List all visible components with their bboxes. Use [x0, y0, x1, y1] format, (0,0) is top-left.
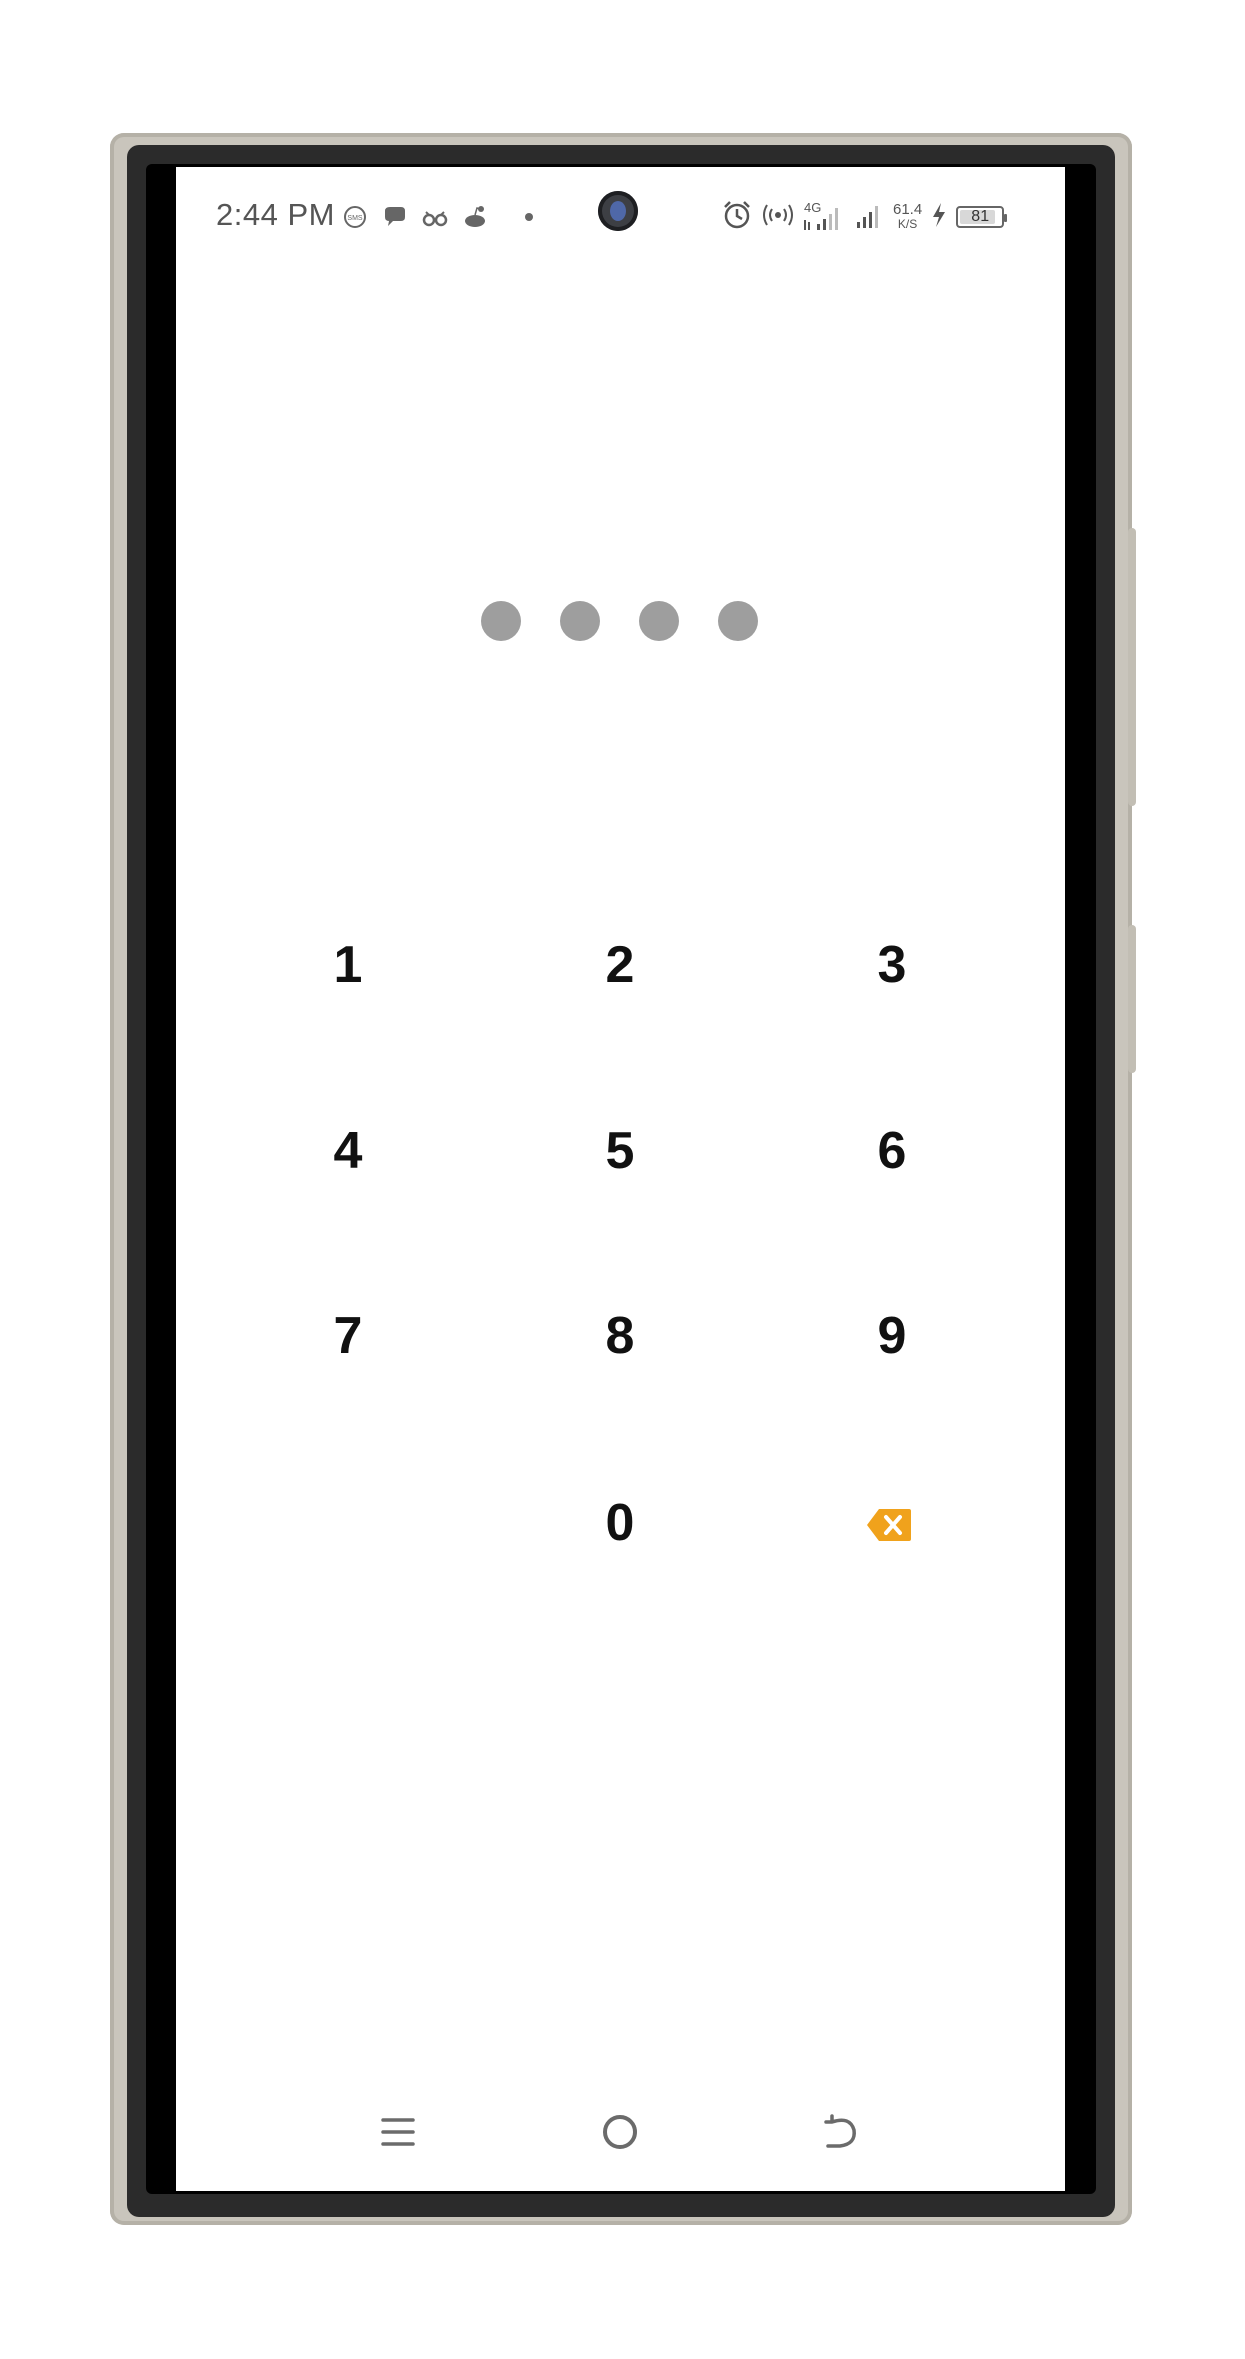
- key-3[interactable]: 3: [802, 900, 982, 1030]
- pin-keypad: 1 2 3 4 5 6 7 8 9 0: [176, 167, 1065, 2191]
- backspace-icon: [867, 1509, 911, 1541]
- volume-button: [1128, 925, 1136, 1073]
- key-2[interactable]: 2: [530, 900, 710, 1030]
- key-4[interactable]: 4: [258, 1086, 438, 1216]
- key-9[interactable]: 9: [802, 1271, 982, 1401]
- power-button: [1128, 528, 1136, 806]
- recents-icon: [381, 2118, 415, 2146]
- recents-button[interactable]: [368, 2102, 428, 2162]
- screen: 2:44 PM SMS 4G 61.4 K/S 81 1 2 3 4 5 6 7…: [176, 167, 1065, 2191]
- key-0[interactable]: 0: [530, 1458, 710, 1588]
- key-7[interactable]: 7: [258, 1271, 438, 1401]
- back-button[interactable]: [812, 2102, 872, 2162]
- backspace-button[interactable]: [865, 1507, 913, 1543]
- navigation-bar: [176, 2102, 1065, 2162]
- key-1[interactable]: 1: [258, 900, 438, 1030]
- key-6[interactable]: 6: [802, 1086, 982, 1216]
- back-icon: [824, 2114, 856, 2148]
- key-8[interactable]: 8: [530, 1271, 710, 1401]
- home-icon: [603, 2115, 637, 2149]
- key-5[interactable]: 5: [530, 1086, 710, 1216]
- home-button[interactable]: [590, 2102, 650, 2162]
